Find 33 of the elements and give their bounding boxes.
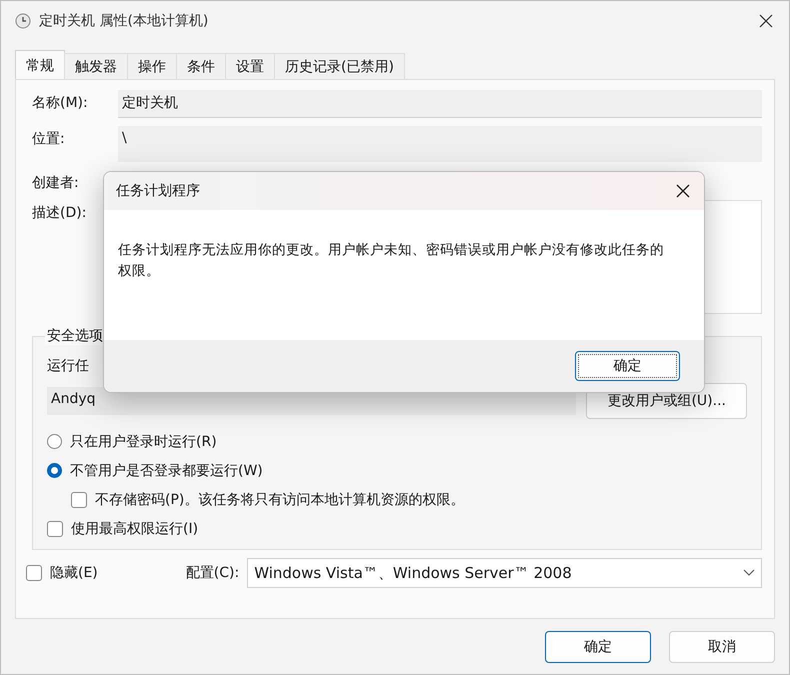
- cancel-button[interactable]: 取消: [669, 631, 775, 663]
- radio-button[interactable]: [47, 434, 62, 449]
- checkbox[interactable]: [26, 565, 42, 581]
- ok-button[interactable]: 确定: [545, 631, 651, 663]
- close-icon[interactable]: [759, 14, 773, 28]
- field-label: 配置(C):: [186, 564, 240, 582]
- tab[interactable]: 触发器: [64, 53, 128, 79]
- tab[interactable]: 历史记录(已禁用): [274, 53, 405, 79]
- location-field: \: [118, 126, 762, 162]
- dialog-message: 任务计划程序无法应用你的更改。用户帐户未知、密码错误或用户帐户没有修改此任务的权限。: [118, 241, 664, 281]
- dialog-title: 任务计划程序: [116, 182, 200, 200]
- configure-dropdown[interactable]: Windows Vista™、Windows Server™ 2008: [247, 558, 762, 588]
- option-label: 隐藏(E): [50, 564, 98, 582]
- option-label: 不存储密码(P)。该任务将只有访问本地计算机资源的权限。: [95, 490, 464, 508]
- ok-button[interactable]: 确定: [575, 351, 680, 381]
- checkbox[interactable]: [47, 520, 63, 536]
- field-label: 创建者:: [32, 174, 80, 192]
- chevron-down-icon: [743, 569, 755, 577]
- tab[interactable]: 常规: [15, 50, 65, 79]
- checkbox[interactable]: [71, 492, 87, 508]
- close-icon[interactable]: [676, 184, 690, 198]
- field-label: 名称(M):: [32, 94, 89, 112]
- radio-button[interactable]: [47, 463, 62, 478]
- clock-icon: [15, 13, 31, 29]
- group-legend: 安全选项: [45, 327, 105, 345]
- window-title: 定时关机 属性(本地计算机): [39, 12, 210, 30]
- option-label: 不管用户是否登录都要运行(W): [70, 462, 263, 480]
- option-label: 使用最高权限运行(I): [71, 520, 198, 538]
- option-label: 只在用户登录时运行(R): [70, 432, 217, 450]
- field-label: 位置:: [32, 130, 66, 148]
- field-label: 描述(D):: [32, 204, 88, 222]
- name-field[interactable]: 定时关机: [118, 90, 762, 118]
- field-label: 运行任: [47, 357, 89, 375]
